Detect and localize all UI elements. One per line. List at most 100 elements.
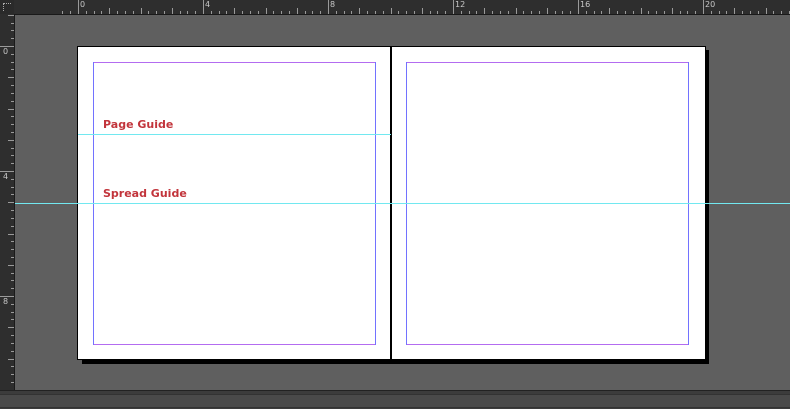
ruler-v-tick <box>11 85 14 87</box>
page-guide-label: Page Guide <box>103 118 174 131</box>
ruler-h-tick <box>656 11 658 14</box>
ruler-h-tick <box>554 11 556 14</box>
ruler-h-tick <box>476 11 478 14</box>
ruler-v-tick <box>11 350 14 352</box>
ruler-h-tick <box>85 11 87 14</box>
page-guide[interactable] <box>78 134 391 135</box>
ruler-h-tick <box>406 11 408 14</box>
ruler-v-tick <box>11 374 14 376</box>
ruler-h-label-12: 12 <box>455 0 466 9</box>
ruler-v-tick <box>11 131 14 133</box>
ruler-h-tick <box>757 11 759 14</box>
ruler-h-tick <box>382 11 384 14</box>
ruler-h-tick <box>562 11 564 14</box>
ruler-h-tick <box>648 11 650 14</box>
ruler-h-tick <box>507 11 509 14</box>
ruler-v-tick <box>11 288 14 290</box>
ruler-h-tick <box>695 11 697 14</box>
ruler-h-tick <box>70 11 72 14</box>
ruler-h-tick <box>538 11 540 14</box>
ruler-h-tick <box>624 11 626 14</box>
ruler-h-tick <box>781 11 783 14</box>
ruler-v-tick <box>11 30 14 32</box>
ruler-v-tick <box>11 335 14 337</box>
ruler-v-tick <box>11 381 14 383</box>
ruler-h-tick <box>257 11 259 14</box>
ruler-v-tick <box>0 46 14 47</box>
ruler-h-tick <box>570 11 572 14</box>
ruler-h-label-0: 0 <box>80 0 86 9</box>
ruler-h-tick <box>687 11 689 14</box>
ruler-v-label-0: 0 <box>3 47 9 56</box>
ruler-h-tick <box>671 8 673 14</box>
ruler-h-tick <box>468 11 470 14</box>
ruler-v-tick <box>11 342 14 344</box>
ruler-v-tick <box>11 53 14 55</box>
ruler-v-tick <box>11 194 14 196</box>
ruler-h-tick <box>773 11 775 14</box>
ruler-h-tick <box>617 11 619 14</box>
ruler-h-tick <box>312 11 314 14</box>
ruler-h-tick <box>265 8 267 14</box>
ruler-h-tick <box>242 11 244 14</box>
horizontal-ruler[interactable]: 0 4 8 12 16 20 <box>14 0 790 15</box>
ruler-v-tick <box>8 233 14 235</box>
ruler-v-tick <box>11 319 14 321</box>
ruler-h-tick <box>117 11 119 14</box>
ruler-v-tick <box>11 249 14 251</box>
ruler-v-tick <box>11 116 14 118</box>
ruler-h-tick <box>453 0 454 14</box>
ruler-h-tick <box>93 11 95 14</box>
ruler-v-tick <box>11 210 14 212</box>
ruler-v-tick <box>11 186 14 188</box>
ruler-v-label-4: 4 <box>3 172 9 181</box>
ruler-v-tick <box>11 124 14 126</box>
ruler-h-tick <box>328 0 329 14</box>
ruler-v-tick <box>8 202 14 204</box>
ruler-h-tick <box>523 11 525 14</box>
spread-guide[interactable] <box>15 203 790 204</box>
scrollbar-track[interactable] <box>0 394 790 408</box>
spread-guide-label: Spread Guide <box>103 187 187 200</box>
ruler-v-tick <box>11 217 14 219</box>
ruler-v-tick <box>11 163 14 165</box>
ruler-h-tick <box>234 8 236 14</box>
ruler-h-tick <box>210 11 212 14</box>
ruler-v-tick <box>11 311 14 313</box>
ruler-h-tick <box>109 8 111 14</box>
ruler-h-tick <box>640 8 642 14</box>
ruler-v-tick <box>11 61 14 63</box>
ruler-h-tick <box>663 11 665 14</box>
ruler-h-tick <box>445 11 447 14</box>
ruler-v-tick <box>8 358 14 360</box>
ruler-h-tick <box>179 11 181 14</box>
ruler-h-tick <box>335 11 337 14</box>
ruler-v-tick <box>11 280 14 282</box>
ruler-v-label-8: 8 <box>3 297 9 306</box>
ruler-h-tick <box>148 11 150 14</box>
ruler-h-tick <box>515 8 517 14</box>
ruler-h-tick <box>273 11 275 14</box>
ruler-h-tick <box>710 11 712 14</box>
ruler-origin-corner[interactable] <box>0 0 15 15</box>
ruler-v-tick <box>11 22 14 24</box>
ruler-v-tick <box>11 366 14 368</box>
ruler-h-tick <box>749 11 751 14</box>
ruler-v-tick <box>11 256 14 258</box>
ruler-h-tick <box>601 11 603 14</box>
horizontal-scrollbar[interactable] <box>0 390 790 409</box>
ruler-v-tick <box>8 327 14 329</box>
ruler-h-tick <box>351 11 353 14</box>
ruler-h-label-8: 8 <box>330 0 336 9</box>
ruler-h-tick <box>304 11 306 14</box>
ruler-h-tick <box>249 11 251 14</box>
ruler-h-tick <box>367 11 369 14</box>
ruler-h-tick <box>195 11 197 14</box>
ruler-h-tick <box>132 11 134 14</box>
vertical-ruler[interactable]: 0 4 8 <box>0 14 15 391</box>
ruler-h-tick <box>421 8 423 14</box>
ruler-v-tick <box>0 171 14 172</box>
ruler-h-tick <box>281 11 283 14</box>
ruler-v-tick <box>11 272 14 274</box>
ruler-h-tick <box>124 11 126 14</box>
